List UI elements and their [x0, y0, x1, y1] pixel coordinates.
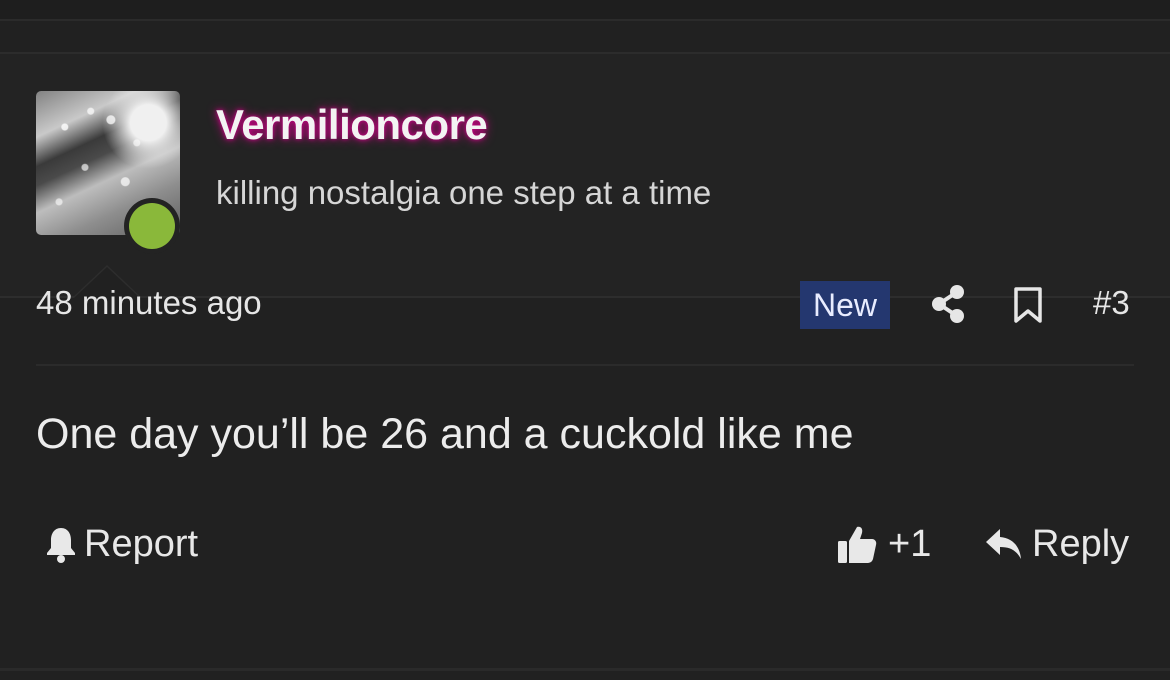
- user-title: killing nostalgia one step at a time: [216, 174, 712, 211]
- reply-arrow-icon: [986, 529, 1021, 559]
- reply-button[interactable]: Reply: [984, 520, 1129, 568]
- post-number-link[interactable]: #3: [1093, 284, 1130, 322]
- report-label: Report: [84, 522, 199, 565]
- new-badge: New: [800, 281, 890, 329]
- like-count: +1: [888, 522, 932, 565]
- report-button[interactable]: Report: [44, 520, 198, 568]
- previous-post-end: [0, 0, 1170, 19]
- bell-icon: [47, 528, 75, 563]
- post-timestamp[interactable]: 48 minutes ago: [36, 284, 262, 322]
- reply-label: Reply: [1032, 522, 1130, 565]
- divider: [36, 364, 1134, 366]
- like-button[interactable]: +1: [836, 520, 931, 568]
- post-card: Vermilioncore killing nostalgia one step…: [0, 52, 1170, 672]
- share-icon[interactable]: [930, 284, 966, 324]
- user-info: Vermilioncore killing nostalgia one step…: [0, 54, 1170, 298]
- post-message: One day you’ll be 26 and a cuckold like …: [36, 410, 854, 458]
- post-bottom-border: [0, 668, 1170, 671]
- bookmark-icon[interactable]: [1012, 286, 1044, 324]
- thumbs-up-icon: [838, 526, 877, 563]
- separator: [0, 19, 1170, 21]
- username[interactable]: Vermilioncore: [216, 101, 488, 149]
- online-status-indicator: [124, 198, 180, 254]
